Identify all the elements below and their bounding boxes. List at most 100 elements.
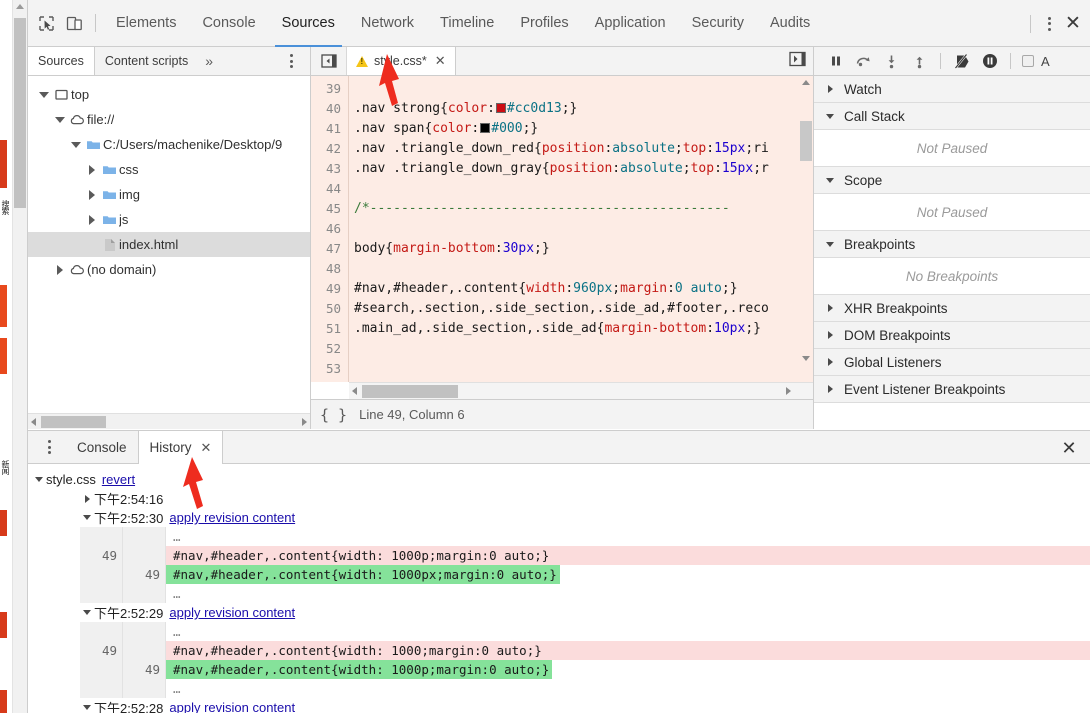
tab-security[interactable]: Security (679, 0, 757, 47)
debugger-section-call-stack[interactable]: Call Stack (814, 103, 1090, 130)
navigator-more-tabs-icon[interactable]: » (198, 47, 220, 75)
editor-tab-style-css[interactable]: style.css* ✕ (347, 47, 456, 75)
twisty-right-icon[interactable] (84, 190, 100, 200)
tree-item-no-domain[interactable]: (no domain) (28, 257, 310, 282)
step-into-icon[interactable] (878, 48, 905, 75)
pretty-print-braces-icon[interactable]: { } (320, 406, 347, 424)
twisty-right-icon[interactable] (823, 304, 837, 312)
color-swatch-icon[interactable] (496, 103, 506, 113)
deactivate-breakpoints-icon[interactable] (948, 48, 975, 75)
code-editor-area[interactable]: 39 40 41 42 43 44 45 46 47 48 49 50 51 5… (311, 76, 813, 382)
code-token: #nav,#header,.content{ (354, 281, 526, 296)
scroll-left-arrow-icon[interactable] (352, 387, 357, 395)
twisty-down-icon[interactable] (52, 117, 68, 123)
editor-vertical-scrollbar[interactable] (799, 76, 813, 365)
async-checkbox[interactable] (1022, 55, 1034, 67)
scroll-right-arrow-icon[interactable] (786, 387, 791, 395)
close-icon[interactable]: ✕ (435, 53, 446, 69)
tab-timeline[interactable]: Timeline (427, 0, 507, 47)
drawer-tab-console[interactable]: Console (66, 431, 138, 463)
scroll-left-arrow-icon[interactable] (31, 418, 36, 426)
scrollbar-thumb[interactable] (14, 18, 26, 208)
code-text[interactable]: .nav strong{color:#cc0d13;}.nav span{col… (349, 76, 813, 382)
scrollbar-thumb[interactable] (41, 416, 106, 428)
twisty-down-icon[interactable] (68, 142, 84, 148)
close-icon[interactable]: ✕ (1060, 11, 1086, 37)
scroll-right-arrow-icon[interactable] (302, 418, 307, 426)
debugger-section-event-listener-breakpoints[interactable]: Event Listener Breakpoints (814, 376, 1090, 403)
tab-elements[interactable]: Elements (103, 0, 189, 47)
color-swatch-icon[interactable] (480, 123, 490, 133)
history-entry-row[interactable]: 下午2:52:28 apply revision content (28, 698, 1090, 713)
page-scrollbar[interactable] (12, 0, 27, 713)
pause-resume-icon[interactable] (822, 48, 849, 75)
twisty-down-icon[interactable] (823, 242, 837, 247)
code-token: .nav strong{ (354, 101, 448, 116)
debugger-section-dom-breakpoints[interactable]: DOM Breakpoints (814, 322, 1090, 349)
step-out-icon[interactable] (906, 48, 933, 75)
twisty-right-icon[interactable] (823, 85, 837, 93)
twisty-right-icon[interactable] (823, 385, 837, 393)
twisty-right-icon[interactable] (80, 495, 94, 503)
twisty-down-icon[interactable] (80, 515, 94, 520)
tree-item-js[interactable]: js (28, 207, 310, 232)
twisty-down-icon[interactable] (32, 477, 46, 482)
debugger-section-watch[interactable]: Watch (814, 76, 1090, 103)
apply-revision-link[interactable]: apply revision content (169, 510, 295, 525)
editor-horizontal-scrollbar[interactable] (349, 382, 813, 399)
pause-on-exceptions-icon[interactable] (976, 48, 1003, 75)
scroll-up-arrow-icon[interactable] (16, 4, 24, 9)
device-toolbar-icon[interactable] (60, 9, 88, 37)
tree-item-file-protocol[interactable]: file:// (28, 107, 310, 132)
tab-sources[interactable]: Sources (269, 0, 348, 47)
tab-application[interactable]: Application (582, 0, 679, 47)
navigator-tab-content-scripts[interactable]: Content scripts (95, 47, 198, 75)
twisty-down-icon[interactable] (823, 178, 837, 183)
tree-item-index-html[interactable]: index.html (28, 232, 310, 257)
tab-profiles[interactable]: Profiles (507, 0, 581, 47)
tab-network[interactable]: Network (348, 0, 427, 47)
scroll-down-arrow-icon[interactable] (802, 356, 810, 361)
history-entry-row[interactable]: 下午2:52:29 apply revision content (28, 603, 1090, 622)
tree-item-top[interactable]: top (28, 82, 310, 107)
apply-revision-link[interactable]: apply revision content (169, 700, 295, 713)
tree-item-img[interactable]: img (28, 182, 310, 207)
scrollbar-thumb[interactable] (362, 385, 458, 398)
tree-item-css[interactable]: css (28, 157, 310, 182)
twisty-down-icon[interactable] (36, 92, 52, 98)
more-vertical-icon[interactable] (1038, 13, 1060, 35)
show-debugger-icon[interactable] (789, 51, 807, 70)
show-navigator-icon[interactable] (311, 47, 347, 75)
twisty-right-icon[interactable] (823, 358, 837, 366)
drawer-close-icon[interactable]: ✕ (1056, 435, 1082, 461)
debugger-section-global-listeners[interactable]: Global Listeners (814, 349, 1090, 376)
history-file-row[interactable]: style.css revert (28, 470, 1090, 489)
drawer-menu-icon[interactable] (38, 436, 60, 458)
close-icon[interactable]: ✕ (201, 440, 212, 456)
debugger-section-xhr-breakpoints[interactable]: XHR Breakpoints (814, 295, 1090, 322)
twisty-right-icon[interactable] (84, 165, 100, 175)
twisty-right-icon[interactable] (84, 215, 100, 225)
debugger-section-breakpoints[interactable]: Breakpoints (814, 231, 1090, 258)
twisty-right-icon[interactable] (52, 265, 68, 275)
revert-link[interactable]: revert (102, 472, 135, 487)
apply-revision-link[interactable]: apply revision content (169, 605, 295, 620)
twisty-right-icon[interactable] (823, 331, 837, 339)
scroll-up-arrow-icon[interactable] (802, 80, 810, 85)
tree-item-project-folder[interactable]: C:/Users/machenike/Desktop/9 (28, 132, 310, 157)
debugger-section-scope[interactable]: Scope (814, 167, 1090, 194)
navigator-horizontal-scrollbar[interactable] (28, 413, 310, 429)
navigator-menu-icon[interactable] (280, 50, 302, 72)
tab-audits[interactable]: Audits (757, 0, 823, 47)
drawer-tab-history[interactable]: History ✕ (138, 431, 224, 464)
inspect-cursor-icon[interactable] (32, 9, 60, 37)
history-entry-row[interactable]: 下午2:54:16 (28, 489, 1090, 508)
twisty-down-icon[interactable] (80, 705, 94, 710)
twisty-down-icon[interactable] (823, 114, 837, 119)
twisty-down-icon[interactable] (80, 610, 94, 615)
tab-console[interactable]: Console (189, 0, 268, 47)
step-over-icon[interactable] (850, 48, 877, 75)
navigator-tab-sources[interactable]: Sources (27, 47, 95, 75)
history-entry-row[interactable]: 下午2:52:30 apply revision content (28, 508, 1090, 527)
scrollbar-thumb[interactable] (800, 121, 812, 161)
